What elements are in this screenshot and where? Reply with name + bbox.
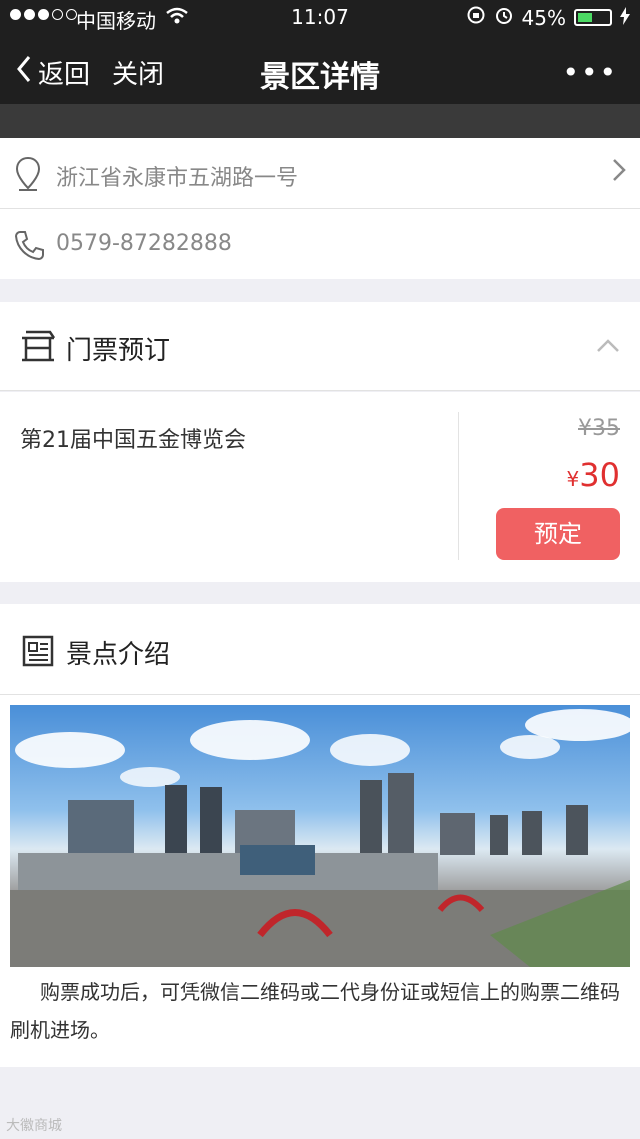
rotation-lock-icon (466, 5, 486, 30)
book-button[interactable]: 预定 (496, 508, 620, 560)
watermark: 大徽商城 (6, 1118, 62, 1134)
location-pin-icon (14, 156, 42, 196)
status-bar: 中国移动 11:07 45% (0, 0, 640, 36)
intro-heading: 景点介绍 (66, 640, 171, 670)
ticket-item: 第21届中国五金博览会 ¥35 ¥30 预定 (0, 392, 640, 582)
divider (458, 412, 459, 560)
venue-photo (10, 705, 630, 967)
chevron-up-icon[interactable] (596, 338, 620, 357)
alarm-icon (494, 5, 514, 30)
battery-percent: 45% (521, 5, 566, 30)
price-value: 30 (579, 456, 620, 494)
tickets-section-header[interactable]: 门票预订 (0, 302, 640, 390)
intro-description: 购票成功后，可凭微信二维码或二代身份证或短信上的购票二维码刷机进场。 (10, 980, 620, 1042)
divider (0, 390, 640, 391)
page-title: 景区详情 (260, 60, 380, 95)
original-price: ¥35 (578, 416, 620, 441)
nav-bar: 返回 关闭 景区详情 ••• (0, 40, 640, 104)
battery-icon (574, 9, 612, 26)
top-bar: 中国移动 11:07 45% 返回 关闭 景区详情 ••• (0, 0, 640, 110)
charging-icon (620, 6, 630, 30)
battery-level (578, 13, 592, 22)
tickets-heading: 门票预订 (66, 336, 171, 366)
newspaper-icon (22, 634, 56, 672)
address-row[interactable]: 浙江省永康市五湖路一号 (0, 138, 640, 208)
phone-number: 0579-87282888 (56, 231, 232, 256)
more-menu-button[interactable]: ••• (562, 56, 618, 89)
intro-content: 购票成功后，可凭微信二维码或二代身份证或短信上的购票二维码刷机进场。 (0, 695, 640, 1067)
intro-section-header: 景点介绍 (0, 604, 640, 694)
ticket-gate-icon (20, 330, 56, 366)
chevron-right-icon (612, 156, 626, 189)
scrolled-header-strip (0, 104, 640, 138)
phone-row[interactable]: 0579-87282888 (0, 209, 640, 279)
price-currency: ¥ (566, 467, 580, 491)
phone-icon (14, 229, 44, 265)
ticket-name: 第21届中国五金博览会 (20, 428, 246, 453)
address-text: 浙江省永康市五湖路一号 (56, 166, 299, 191)
ticket-price: ¥30 (567, 456, 620, 494)
